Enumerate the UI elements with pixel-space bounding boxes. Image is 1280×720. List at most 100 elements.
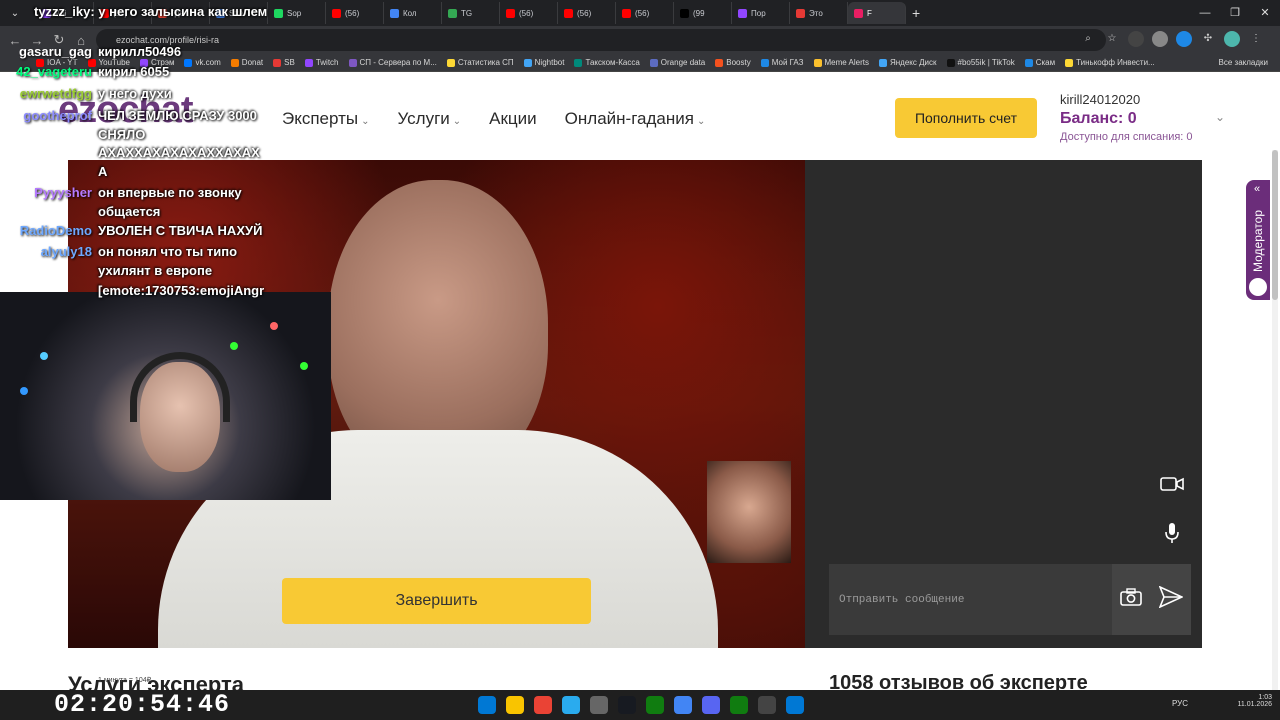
send-icon[interactable] [1158,585,1184,613]
nav-item[interactable]: Онлайн-гадания ⌄ [565,109,706,129]
language-indicator[interactable]: РУС [1172,699,1188,708]
all-bookmarks[interactable]: Все закладки [1219,54,1268,72]
close-window-button[interactable]: ✕ [1250,0,1280,26]
bookmark-item[interactable]: IOA - YT [36,58,78,67]
tab-label: (56) [345,8,360,18]
taskbar-app-icon[interactable] [618,696,636,714]
browser-tab[interactable]: Ani [36,2,94,24]
account-info[interactable]: kirill24012020 Баланс: 0 Доступно для сп… [1060,92,1193,143]
topup-button[interactable]: Пополнить счет [895,98,1037,138]
led-light [300,362,308,370]
bookmark-item[interactable]: Такском-Касса [574,58,640,67]
tab-favicon-icon [42,8,51,18]
taskbar-app-icon[interactable] [506,696,524,714]
taskbar-app-icon[interactable] [730,696,748,714]
browser-tab[interactable]: Где [152,2,210,24]
menu-icon[interactable]: ⋮ [1248,31,1264,47]
taskbar-app-icon[interactable] [534,696,552,714]
bookmark-item[interactable]: Nightbot [523,58,565,67]
minimize-button[interactable]: — [1190,0,1220,26]
message-input[interactable] [829,564,1112,635]
taskbar-app-icon[interactable] [674,696,692,714]
browser-tab[interactable]: Stre [210,2,268,24]
bookmark-item[interactable]: Тинькофф Инвести... [1065,58,1155,67]
browser-tab[interactable]: (56) [558,2,616,24]
zoom-icon[interactable]: ⌕ [1080,31,1096,47]
taskbar-app-icon[interactable] [590,696,608,714]
microphone-icon[interactable] [1156,517,1188,549]
taskbar-app-icon[interactable] [702,696,720,714]
extension-icon[interactable] [1152,31,1168,47]
bookmark-label: SB [284,58,295,67]
browser-tab[interactable]: TG [442,2,500,24]
extension-icon[interactable] [1128,31,1144,47]
nav-item-label: Онлайн-гадания [564,109,694,128]
bookmark-label: Nightbot [534,58,565,67]
reload-icon[interactable]: ↻ [48,32,70,48]
bookmark-item[interactable]: Twitch [304,58,339,67]
home-icon[interactable]: ⌂ [70,33,92,48]
url-input[interactable]: ezochat.com/profile/risi-ra [96,29,1106,51]
browser-tab[interactable]: Sop [268,2,326,24]
back-icon[interactable]: ← [4,33,26,48]
scrollbar-thumb[interactable] [1272,150,1278,300]
nav-item[interactable]: Эксперты ⌄ [282,109,369,129]
bookmark-label: Яндекс Диск [889,58,937,67]
bookmark-favicon-icon [813,58,822,67]
bookmark-item[interactable]: Скам [1024,58,1055,67]
taskbar-app-icon[interactable] [786,696,804,714]
tab-label: Stre [229,8,244,18]
star-icon[interactable]: ☆ [1104,31,1120,47]
bookmark-item[interactable]: YouTube [87,58,130,67]
browser-tab[interactable]: (99 [674,2,732,24]
browser-tab[interactable]: (56) [616,2,674,24]
profile-icon[interactable] [1224,31,1240,47]
video-camera-icon[interactable] [1156,468,1188,500]
tab-label: (99 [693,8,705,18]
taskbar-app-icon[interactable] [478,696,496,714]
new-tab-button[interactable]: + [912,5,920,21]
moderator-tab[interactable]: « Модератор [1246,180,1270,300]
finish-call-button[interactable]: Завершить [282,578,591,624]
browser-tab[interactable]: Пор [732,2,790,24]
browser-tab[interactable]: (56) [500,2,558,24]
bookmark-item[interactable]: Статистика СП [446,58,514,67]
chevron-down-icon[interactable]: ⌄ [1215,110,1225,124]
tab-search-icon[interactable]: ⌄ [0,8,30,19]
bookmark-item[interactable]: Donat [230,58,263,67]
bookmark-favicon-icon [36,58,44,67]
page-scrollbar[interactable] [1272,150,1278,690]
taskbar-app-icon[interactable] [562,696,580,714]
system-clock[interactable]: 1:03 11.01.2026 [1237,694,1272,708]
maximize-button[interactable]: ❐ [1220,0,1250,26]
bookmark-item[interactable]: #bo55ik | TikTok [946,58,1015,67]
taskbar-app-icon[interactable] [646,696,664,714]
forward-icon[interactable]: → [26,33,48,48]
bookmark-item[interactable]: Мой ГАЗ [760,58,804,67]
bookmark-item[interactable]: Яндекс Диск [878,58,937,67]
bookmark-label: СП - Сервера по М... [359,58,437,67]
bookmark-item[interactable]: СП - Сервера по М... [348,58,437,67]
bookmark-item[interactable]: vk.com [184,58,221,67]
bookmark-item[interactable]: Boosty [715,58,751,67]
chevron-left-icon: « [1254,183,1261,195]
browser-tab[interactable]: Это [790,2,848,24]
bookmark-item[interactable]: Meme Alerts [813,58,869,67]
clock-time: 1:03 [1258,694,1272,701]
browser-tab[interactable]: F [848,2,906,24]
nav-item[interactable]: Услуги ⌄ [397,109,461,129]
browser-tab[interactable]: Кол [384,2,442,24]
site-logo[interactable]: ezochat [58,89,193,132]
window-controls: — ❐ ✕ [1190,0,1280,26]
browser-tab[interactable]: (56) [94,2,152,24]
bookmark-item[interactable]: SB [273,58,295,67]
puzzle-icon[interactable]: ✣ [1200,31,1216,47]
camera-icon[interactable] [1120,588,1143,611]
bookmark-item[interactable]: Orange data [649,58,705,67]
bookmark-favicon-icon [649,58,658,67]
browser-tab[interactable]: (56) [326,2,384,24]
extension-icon[interactable] [1176,31,1192,47]
bookmark-item[interactable]: Стрэм [139,58,174,67]
nav-item[interactable]: Акции [489,109,537,129]
taskbar-app-icon[interactable] [758,696,776,714]
